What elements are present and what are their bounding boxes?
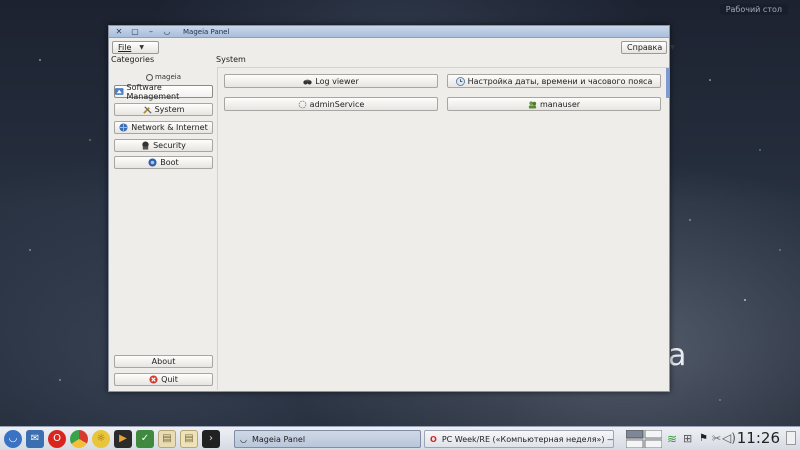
tool-label: Настройка даты, времени и часового пояса (467, 76, 653, 86)
datetime-settings-button[interactable]: Настройка даты, времени и часового пояса (447, 74, 661, 88)
mageia-panel-window: ✕ ▢ – ◡ Mageia Panel File ▼ Справка ▼ Ca… (108, 25, 675, 392)
tools-icon (142, 106, 152, 114)
about-button[interactable]: About (114, 355, 213, 368)
categories-label: Categories (111, 55, 155, 64)
app-icon: ◡ (163, 26, 171, 36)
notes-icon[interactable]: ▤ (158, 429, 176, 448)
tools-panel: Log viewer Настройка даты, времени и час… (217, 67, 669, 390)
admin-tools-icon[interactable]: ✓ (136, 429, 154, 448)
quit-icon (149, 375, 158, 384)
section-title: System (216, 55, 246, 64)
maximize-icon[interactable]: ▢ (129, 27, 141, 37)
category-boot[interactable]: Boot (114, 156, 213, 169)
quit-label: Quit (161, 375, 178, 384)
users-icon (528, 100, 537, 109)
category-label: System (154, 105, 185, 114)
help-menu-label: Справка (627, 43, 663, 52)
about-label: About (151, 357, 176, 366)
mageia-task-icon: ◡ (240, 434, 247, 444)
media-player-icon[interactable]: ▶ (114, 429, 132, 448)
category-label: Security (153, 141, 186, 150)
title-bar[interactable]: ✕ ▢ – ◡ Mageia Panel (109, 26, 669, 38)
software-icon (115, 88, 124, 95)
taskbar: ◡ ✉ O ☼ ▶ ✓ ▤ ▤ › ◡ Mageia Panel O PC We… (0, 426, 800, 450)
categories-sidebar: mageia Software Management System Networ… (111, 67, 216, 390)
tool-label: Log viewer (315, 76, 359, 86)
boot-icon (148, 158, 157, 167)
terminal-icon[interactable]: › (202, 429, 220, 448)
category-label: Boot (160, 158, 179, 167)
binoculars-icon (303, 79, 312, 85)
opera-icon[interactable]: O (48, 429, 66, 448)
wifi-icon[interactable]: ≋ (667, 432, 677, 446)
loading-icon (298, 100, 307, 108)
window-title: Mageia Panel (183, 27, 230, 36)
category-label: Software Management (126, 82, 180, 101)
volume-icon[interactable]: ◁) (722, 431, 736, 445)
scrollbar[interactable] (666, 68, 669, 98)
admin-service-button[interactable]: adminService (224, 97, 438, 111)
start-menu-icon[interactable]: ◡ (4, 429, 22, 448)
manauser-button[interactable]: manauser (447, 97, 661, 111)
chrome-icon[interactable] (70, 429, 88, 448)
security-icon (142, 141, 149, 150)
wallpaper-logo-text: a (668, 338, 688, 373)
category-software-management[interactable]: Software Management (114, 82, 213, 101)
clock-icon (455, 76, 465, 86)
close-icon[interactable]: ✕ (113, 27, 125, 37)
flag-us-icon[interactable]: ⚑ (699, 433, 708, 444)
chevron-down-icon: ▼ (670, 44, 675, 51)
clipboard-icon[interactable]: ✂ (712, 432, 721, 445)
tool-label: adminService (309, 99, 365, 109)
desktop-label: Рабочий стол (719, 4, 788, 15)
task-label: Mageia Panel (251, 434, 306, 444)
task-mageia-panel[interactable]: ◡ Mageia Panel (234, 430, 421, 448)
documents-icon[interactable]: ▤ (180, 429, 198, 448)
category-network-internet[interactable]: Network & Internet (114, 121, 213, 134)
network-icon[interactable]: ⊞ (683, 432, 692, 445)
divider (218, 67, 669, 68)
task-label: PC Week/RE («Компьютерная неделя») — Ope… (441, 434, 613, 444)
mageia-logo-text: mageia (154, 73, 182, 81)
category-system[interactable]: System (114, 103, 213, 116)
menu-bar: File ▼ Справка ▼ (109, 38, 675, 55)
chevron-down-icon: ▼ (139, 44, 145, 51)
settings-gear-icon[interactable]: ☼ (92, 429, 110, 448)
globe-icon (119, 123, 128, 132)
mageia-logo-icon (145, 73, 153, 81)
tool-label: manauser (539, 99, 581, 109)
mail-icon[interactable]: ✉ (26, 429, 44, 448)
section-labels: Categories System (109, 55, 669, 66)
workspace-pager[interactable] (626, 430, 662, 448)
log-viewer-button[interactable]: Log viewer (224, 74, 438, 88)
category-label: Network & Internet (131, 123, 208, 132)
quit-button[interactable]: Quit (114, 373, 213, 386)
show-desktop-icon[interactable] (786, 431, 796, 445)
category-security[interactable]: Security (114, 139, 213, 152)
file-menu-label: File (118, 43, 132, 52)
file-menu-dropdown[interactable]: File ▼ (112, 41, 159, 54)
minimize-icon[interactable]: – (145, 27, 157, 37)
help-menu-dropdown[interactable]: Справка ▼ (621, 41, 675, 54)
opera-task-icon: O (430, 434, 437, 444)
clock[interactable]: 11:26 (737, 429, 780, 447)
task-opera[interactable]: O PC Week/RE («Компьютерная неделя») — O… (424, 430, 614, 448)
